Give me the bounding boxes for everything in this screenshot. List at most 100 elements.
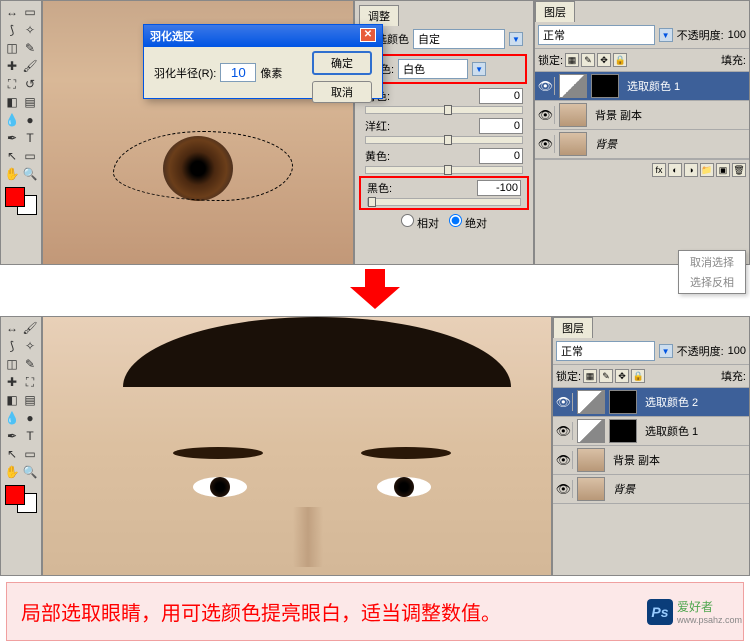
dodge-tool[interactable]: ● — [21, 111, 39, 129]
lock-brush-icon[interactable]: ✎ — [599, 369, 613, 383]
crop-tool[interactable]: ◫ — [3, 355, 21, 373]
type-tool[interactable]: T — [21, 129, 39, 147]
opacity-value[interactable]: 100 — [728, 345, 746, 357]
hand-tool[interactable]: ✋ — [3, 165, 21, 183]
shape-tool[interactable]: ▭ — [21, 147, 39, 165]
brush-tool[interactable]: 🖌 — [21, 57, 39, 75]
history-tool[interactable]: ↺ — [21, 75, 39, 93]
brush-tool[interactable]: 🖌 — [21, 319, 39, 337]
black-slider[interactable]: 黑色: — [359, 176, 529, 210]
relative-radio[interactable]: 相对 — [401, 214, 439, 231]
magenta-slider[interactable]: 洋红: — [359, 116, 529, 146]
gradient-tool[interactable]: ▤ — [21, 93, 39, 111]
lock-transparent-icon[interactable]: ▦ — [565, 53, 579, 67]
adjustment-icon[interactable]: ◑ — [684, 163, 698, 177]
move-tool[interactable]: ↔ — [3, 319, 21, 337]
cyan-slider[interactable]: 青色: — [359, 86, 529, 116]
zoom-tool[interactable]: 🔍 — [21, 463, 39, 481]
stamp-tool[interactable]: ⛶ — [21, 373, 39, 391]
select-inverse-item[interactable]: 选择反相 — [680, 272, 744, 292]
close-icon[interactable]: ✕ — [360, 28, 376, 42]
blur-tool[interactable]: 💧 — [3, 111, 21, 129]
chevron-down-icon[interactable]: ▼ — [659, 344, 673, 358]
visibility-icon[interactable]: 👁 — [537, 135, 555, 153]
cancel-button[interactable]: 取消 — [312, 81, 372, 103]
wand-tool[interactable]: ✧ — [21, 337, 39, 355]
visibility-icon[interactable]: 👁 — [555, 393, 573, 411]
absolute-radio[interactable]: 绝对 — [449, 214, 487, 231]
layer-row[interactable]: 👁 背景 — [535, 130, 749, 159]
heal-tool[interactable]: ✚ — [3, 373, 21, 391]
eraser-tool[interactable]: ◧ — [3, 391, 21, 409]
layers-tab[interactable]: 图层 — [553, 317, 593, 338]
new-layer-icon[interactable]: ▣ — [716, 163, 730, 177]
lock-all-icon[interactable]: 🔒 — [613, 53, 627, 67]
visibility-icon[interactable]: 👁 — [537, 77, 555, 95]
path-tool[interactable]: ↖ — [3, 445, 21, 463]
eraser-tool[interactable]: ◧ — [3, 93, 21, 111]
chevron-down-icon[interactable]: ▼ — [659, 28, 673, 42]
method-select[interactable]: 自定 — [413, 29, 505, 49]
pen-tool[interactable]: ✒ — [3, 427, 21, 445]
pen-tool[interactable]: ✒ — [3, 129, 21, 147]
lock-transparent-icon[interactable]: ▦ — [583, 369, 597, 383]
layer-row[interactable]: 👁 选取颜色 1 — [553, 417, 749, 446]
yellow-slider[interactable]: 黄色: — [359, 146, 529, 176]
hand-tool[interactable]: ✋ — [3, 463, 21, 481]
fx-icon[interactable]: fx — [652, 163, 666, 177]
adjust-tab[interactable]: 调整 — [359, 5, 399, 26]
visibility-icon[interactable]: 👁 — [537, 106, 555, 124]
document-canvas-bottom[interactable] — [42, 316, 552, 576]
black-input[interactable] — [477, 180, 521, 196]
blur-tool[interactable]: 💧 — [3, 409, 21, 427]
ok-button[interactable]: 确定 — [312, 51, 372, 75]
move-tool[interactable]: ↔ — [3, 3, 21, 21]
heal-tool[interactable]: ✚ — [3, 57, 21, 75]
layer-row[interactable]: 👁 背景 副本 — [535, 101, 749, 130]
foreground-color[interactable] — [5, 187, 25, 207]
eyedropper-tool[interactable]: ✎ — [21, 39, 39, 57]
stamp-tool[interactable]: ⛶ — [3, 75, 21, 93]
path-tool[interactable]: ↖ — [3, 147, 21, 165]
shape-tool[interactable]: ▭ — [21, 445, 39, 463]
crop-tool[interactable]: ◫ — [3, 39, 21, 57]
color-select[interactable]: 白色 — [398, 59, 468, 79]
layer-row[interactable]: 👁 背景 — [553, 475, 749, 504]
lock-move-icon[interactable]: ✥ — [615, 369, 629, 383]
layer-row[interactable]: 👁 背景 副本 — [553, 446, 749, 475]
blend-mode-select[interactable]: 正常 — [556, 341, 655, 361]
magenta-input[interactable] — [479, 118, 523, 134]
yellow-input[interactable] — [479, 148, 523, 164]
foreground-color[interactable] — [5, 485, 25, 505]
radius-input[interactable] — [220, 63, 256, 82]
deselect-item[interactable]: 取消选择 — [680, 252, 744, 272]
layer-row[interactable]: 👁 选取颜色 2 — [553, 388, 749, 417]
chevron-down-icon[interactable]: ▼ — [509, 32, 523, 46]
layers-tab[interactable]: 图层 — [535, 1, 575, 22]
lock-brush-icon[interactable]: ✎ — [581, 53, 595, 67]
marquee-tool[interactable]: ▭ — [21, 3, 39, 21]
gradient-tool[interactable]: ▤ — [21, 391, 39, 409]
layer-row[interactable]: 👁 选取颜色 1 — [535, 72, 749, 101]
blend-mode-select[interactable]: 正常 — [538, 25, 655, 45]
visibility-icon[interactable]: 👁 — [555, 451, 573, 469]
mask-icon[interactable]: ◐ — [668, 163, 682, 177]
opacity-value[interactable]: 100 — [728, 29, 746, 41]
eyedropper-tool[interactable]: ✎ — [21, 355, 39, 373]
type-tool[interactable]: T — [21, 427, 39, 445]
wand-tool[interactable]: ✧ — [21, 21, 39, 39]
visibility-icon[interactable]: 👁 — [555, 480, 573, 498]
dialog-titlebar[interactable]: 羽化选区 ✕ — [144, 25, 382, 47]
cyan-input[interactable] — [479, 88, 523, 104]
visibility-icon[interactable]: 👁 — [555, 422, 573, 440]
lock-all-icon[interactable]: 🔒 — [631, 369, 645, 383]
zoom-tool[interactable]: 🔍 — [21, 165, 39, 183]
color-swatch[interactable] — [5, 187, 37, 215]
lasso-tool[interactable]: ⟆ — [3, 21, 21, 39]
trash-icon[interactable]: 🗑 — [732, 163, 746, 177]
lock-move-icon[interactable]: ✥ — [597, 53, 611, 67]
folder-icon[interactable]: 📁 — [700, 163, 714, 177]
document-canvas-top[interactable]: 羽化选区 ✕ 羽化半径(R): 像素 确定 取消 — [42, 0, 354, 265]
color-swatch[interactable] — [5, 485, 37, 513]
dodge-tool[interactable]: ● — [21, 409, 39, 427]
